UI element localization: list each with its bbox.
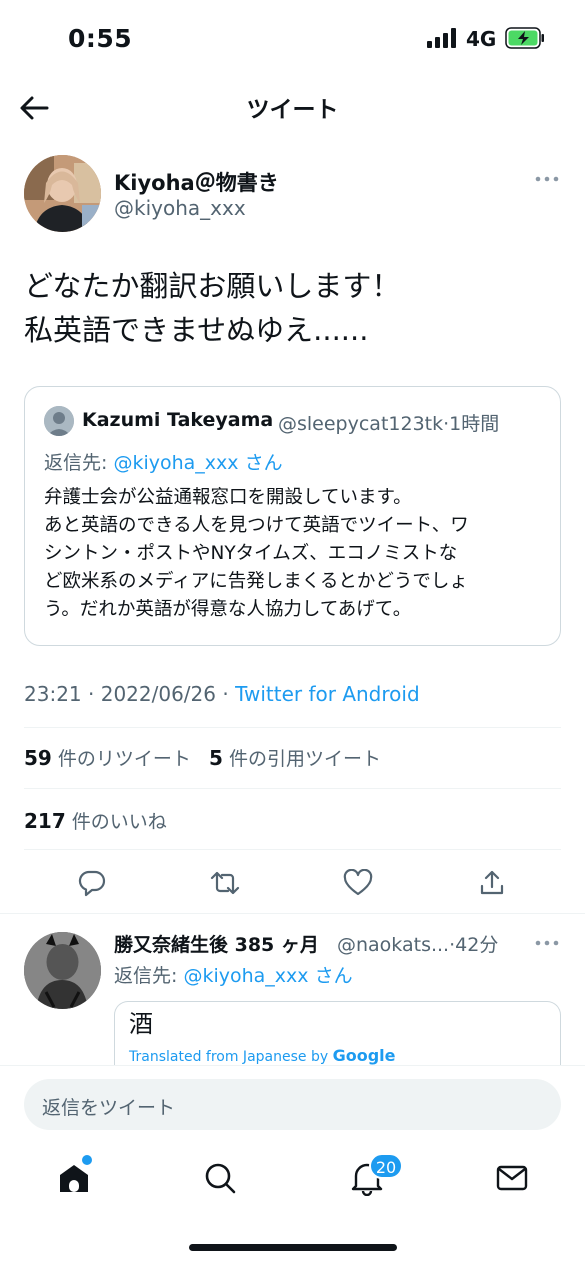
quoted-text: 弁護士会が公益通報窓口を開設しています。 あと英語のできる人を見つけて英語でツイ…	[44, 484, 549, 624]
retweet-icon	[210, 871, 240, 895]
signal-icon	[427, 28, 456, 48]
reply-reply-to: 返信先: @kiyoha_xxx さん	[114, 961, 353, 988]
divider	[0, 913, 585, 914]
quoted-avatar	[44, 406, 74, 436]
reply-mention[interactable]: @kiyoha_xxx	[113, 452, 238, 474]
more-icon[interactable]	[532, 166, 562, 192]
search-icon	[205, 1163, 236, 1194]
quoted-text-line: あと英語のできる人を見つけて英語でツイート、ワ	[44, 515, 469, 536]
retweets-label: 件のリツイート	[57, 748, 191, 770]
quoted-text-line: 弁護士会が公益通報窓口を開設しています。	[44, 487, 412, 508]
like-button[interactable]	[341, 866, 375, 900]
share-icon	[480, 870, 504, 895]
header: ツイート	[0, 78, 585, 138]
messages-icon	[496, 1165, 528, 1191]
network-label: 4G	[466, 27, 497, 51]
reply-meta: @naokats...·42分	[337, 930, 498, 957]
reply-suffix: さん	[244, 452, 283, 474]
quoted-author-name: Kazumi Takeyama	[82, 409, 274, 431]
nav-messages[interactable]	[492, 1158, 532, 1198]
reply-avatar[interactable]	[24, 932, 101, 1009]
page-title: ツイート	[246, 97, 339, 123]
tweet-timestamp: 23:21 · 2022/06/26 · Twitter for Android	[24, 682, 420, 706]
reply-icon	[78, 870, 106, 897]
reply-button[interactable]	[75, 866, 109, 900]
avatar-image	[24, 155, 101, 232]
likes-link[interactable]: 217 件のいいね	[24, 807, 167, 834]
divider	[24, 849, 561, 850]
nav-search[interactable]	[200, 1158, 240, 1198]
reply-author-handle[interactable]: @naokats...	[337, 934, 449, 956]
tweet-text-line: どなたか翻訳お願いします！	[24, 269, 401, 303]
like-icon	[343, 869, 373, 896]
quoted-tweet[interactable]: Kazumi Takeyama @sleepycat123tk·1時間 返信先:…	[24, 386, 561, 646]
translated-by: Translated from Japanese by Google	[129, 1046, 395, 1065]
quoted-text-line: ど欧米系のメディアに告発しまくるとかどうでしょ	[44, 571, 468, 592]
status-bar: 0:55 4G	[0, 0, 585, 78]
tweet-text: どなたか翻訳お願いします！ 私英語できませぬゆえ......	[24, 264, 564, 352]
home-icon	[60, 1165, 88, 1192]
quoted-text-line: シントン・ポストやNYタイムズ、エコノミストな	[44, 543, 458, 564]
author-name[interactable]: Kiyoha＠物書き	[114, 167, 279, 197]
more-icon[interactable]	[532, 930, 562, 956]
likes-count: 217	[24, 809, 66, 833]
author-handle[interactable]: @kiyoha_xxx	[114, 196, 246, 220]
quoted-reply-to: 返信先: @kiyoha_xxx さん	[44, 448, 283, 475]
retweet-stats: 59 件のリツイート 5 件の引用ツイート	[24, 744, 381, 771]
share-button[interactable]	[475, 866, 509, 900]
timestamp-time: 23:21	[24, 682, 82, 706]
reply-author-name[interactable]: 勝又奈緒生後 385 ヶ月	[114, 930, 319, 957]
likes-label: 件のいいね	[71, 811, 167, 833]
quoted-author-handle: @sleepycat123tk	[278, 413, 444, 435]
reply-input-placeholder: 返信をツイート	[42, 1097, 176, 1119]
retweet-button[interactable]	[208, 866, 242, 900]
reply-card-text: 酒	[129, 1010, 153, 1038]
quotes-count: 5	[209, 746, 223, 770]
reply-prefix: 返信先:	[44, 452, 114, 474]
home-notification-dot	[82, 1155, 92, 1165]
quoted-text-line: う。だれか英語が得意な人協力してあげて。	[44, 599, 412, 620]
retweets-link[interactable]: 59 件のリツイート	[24, 746, 191, 770]
divider	[24, 788, 561, 789]
avatar[interactable]	[24, 155, 101, 232]
status-time: 0:55	[68, 24, 133, 53]
reply-time: 42分	[455, 934, 499, 956]
reply-prefix: 返信先:	[114, 965, 184, 987]
quotes-label: 件の引用ツイート	[229, 748, 382, 770]
default-avatar-icon	[44, 406, 74, 436]
tweet-source[interactable]: Twitter for Android	[235, 682, 420, 706]
tweet-text-line: 私英語できませぬゆえ......	[24, 313, 369, 347]
quoted-time: 1時間	[449, 413, 500, 435]
quoted-meta: @sleepycat123tk·1時間	[278, 409, 499, 436]
translated-label: Translated from Japanese by	[129, 1049, 333, 1065]
tweet-actions	[0, 858, 585, 908]
reply-suffix: さん	[314, 965, 353, 987]
reply-avatar-image	[24, 932, 101, 1009]
reply-input[interactable]: 返信をツイート	[24, 1079, 561, 1130]
battery-icon	[505, 27, 544, 49]
home-indicator	[189, 1244, 397, 1251]
quotes-link[interactable]: 5 件の引用ツイート	[209, 746, 382, 770]
notifications-badge: 20	[369, 1153, 403, 1179]
timestamp-date: 2022/06/26	[100, 682, 216, 706]
retweets-count: 59	[24, 746, 52, 770]
reply-mention[interactable]: @kiyoha_xxx	[183, 965, 308, 987]
divider	[24, 727, 561, 728]
google-logo: Google	[332, 1046, 396, 1065]
